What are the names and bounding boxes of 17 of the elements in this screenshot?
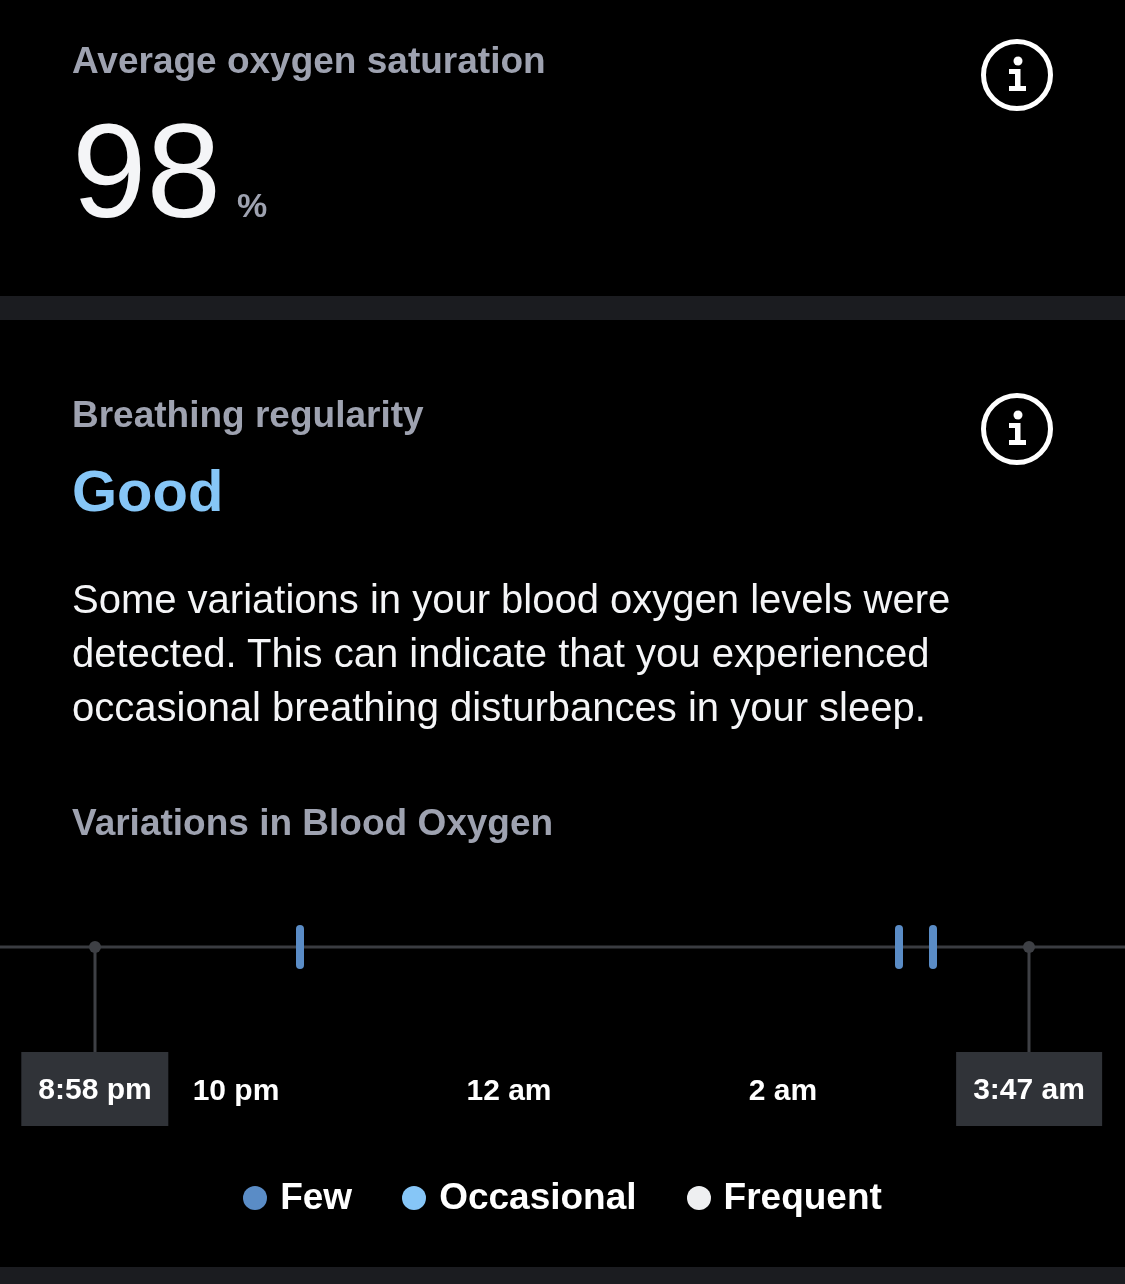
axis-label: 12 am [466, 1072, 552, 1109]
info-icon[interactable] [981, 39, 1053, 111]
section-title: Average oxygen saturation [72, 39, 546, 83]
section-title: Breathing regularity [72, 393, 424, 437]
time-label: 3:47 am [956, 1052, 1102, 1127]
chart-title: Variations in Blood Oxygen [72, 801, 554, 845]
rating-value: Good [72, 457, 224, 526]
axis-label: 2 am [748, 1072, 818, 1109]
description-text: Some variations in your blood oxygen levels were detected. This can indicate that you experienced occasional breathing disturbances in your sleep. [72, 576, 952, 731]
legend-label: Frequent [723, 1175, 882, 1220]
axis-label: 10 pm [192, 1072, 280, 1109]
saturation-value: 98 [72, 104, 222, 239]
unit-label: % [237, 186, 268, 226]
info-icon[interactable] [981, 393, 1053, 465]
legend-label: Few [280, 1175, 353, 1220]
time-label: 8:58 pm [21, 1052, 169, 1127]
legend-label: Occasional [439, 1175, 637, 1220]
